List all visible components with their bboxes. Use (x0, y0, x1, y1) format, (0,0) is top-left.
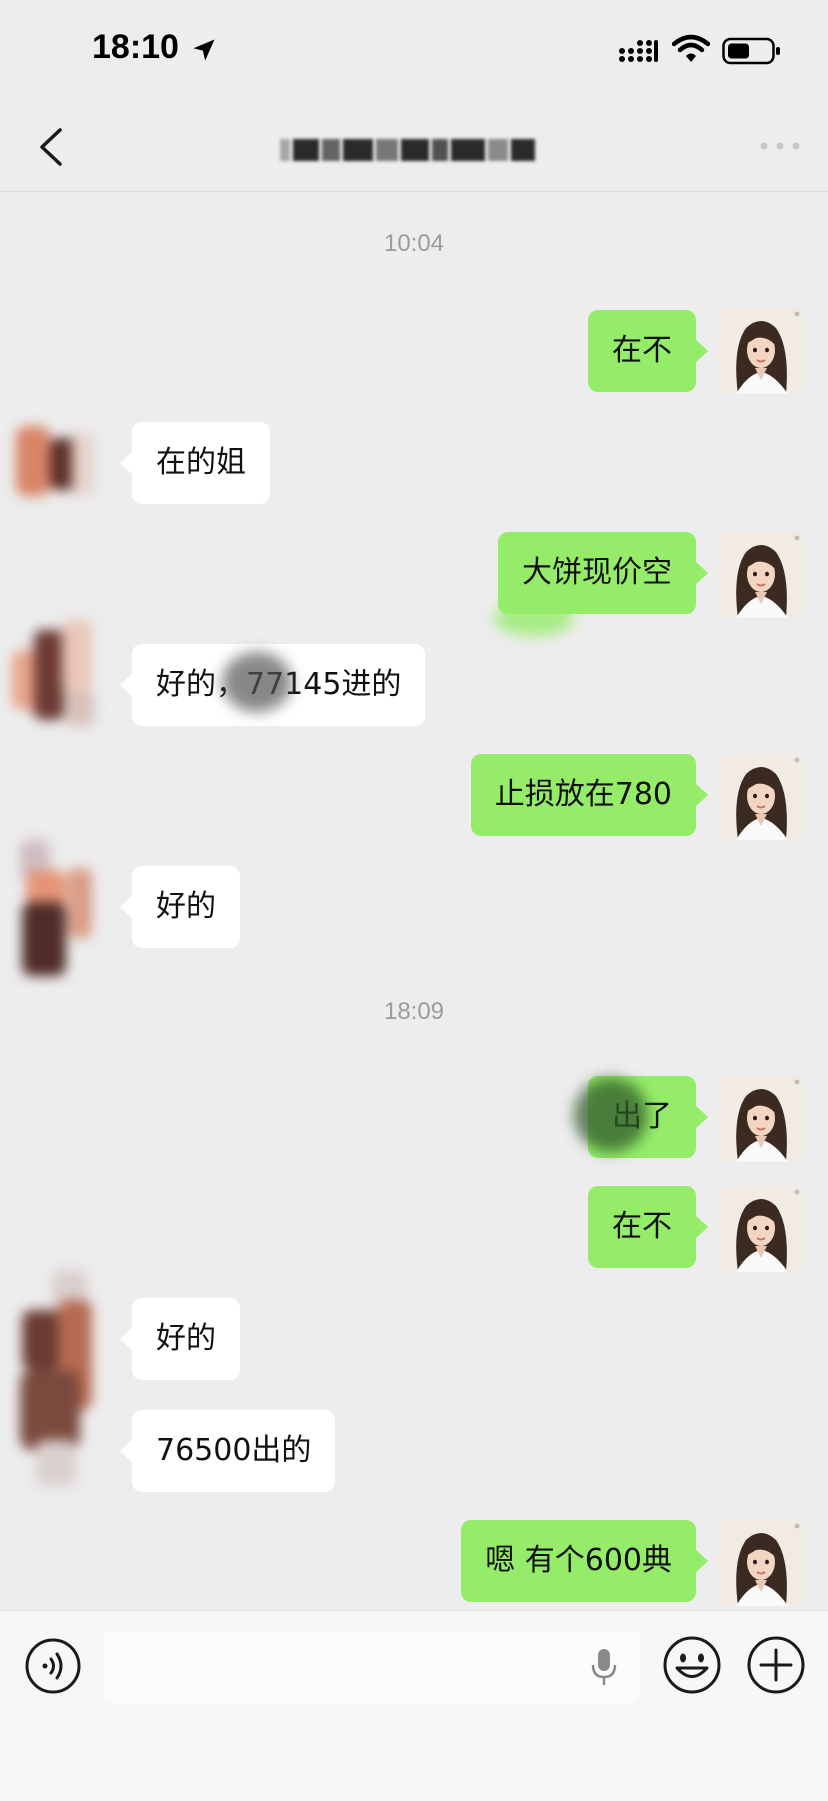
message-bubble-contact[interactable]: 好的 (120, 866, 240, 948)
avatar-self[interactable] (718, 1186, 804, 1272)
timestamp: 18:09 (383, 998, 445, 1025)
voice-icon[interactable] (24, 1637, 82, 1695)
message-bubble-self[interactable]: 止损放在780 (470, 754, 709, 836)
avatar-contact[interactable] (12, 418, 98, 504)
message-input[interactable] (104, 1631, 640, 1703)
plus-icon[interactable] (746, 1635, 806, 1695)
message-bubble-self[interactable]: 在不 (588, 1186, 708, 1268)
message-bubble-self[interactable]: 在不 (588, 310, 708, 392)
input-bar (0, 1610, 828, 1801)
message-bubble-self[interactable]: 出了 (588, 1076, 708, 1158)
avatar-contact[interactable] (12, 1270, 98, 1490)
message-bubble-self[interactable]: 嗯 有个600典 (461, 1520, 708, 1602)
message-bubble-contact[interactable]: 在的姐 (120, 422, 270, 504)
avatar-self[interactable] (718, 754, 804, 840)
avatar-self[interactable] (718, 1520, 804, 1606)
message-bubble-contact[interactable]: 76500出的 (119, 1410, 336, 1492)
emoji-icon[interactable] (662, 1635, 722, 1695)
chat-title-redacted (280, 130, 540, 170)
avatar-contact[interactable] (12, 620, 98, 730)
message-bubble-contact[interactable]: 好的，77145进的 (119, 644, 426, 726)
message-bubble-self[interactable]: 大饼现价空 (498, 532, 708, 614)
wifi-icon (672, 34, 710, 62)
avatar-contact[interactable] (12, 840, 98, 980)
avatar-self[interactable] (718, 308, 804, 394)
message-bubble-contact[interactable]: 好的 (120, 1298, 240, 1380)
battery-icon (722, 37, 780, 65)
more-icon[interactable] (758, 136, 802, 156)
signal-icon (619, 40, 658, 62)
status-bar: 18:10 (0, 0, 828, 100)
avatar-self[interactable] (718, 532, 804, 618)
avatar-self[interactable] (718, 1076, 804, 1162)
mic-icon[interactable] (590, 1647, 618, 1687)
back-icon[interactable] (36, 126, 66, 168)
nav-bar (0, 100, 828, 192)
timestamp: 10:04 (383, 230, 445, 257)
location-arrow-icon (193, 39, 215, 61)
status-time: 18:10 (92, 28, 179, 66)
